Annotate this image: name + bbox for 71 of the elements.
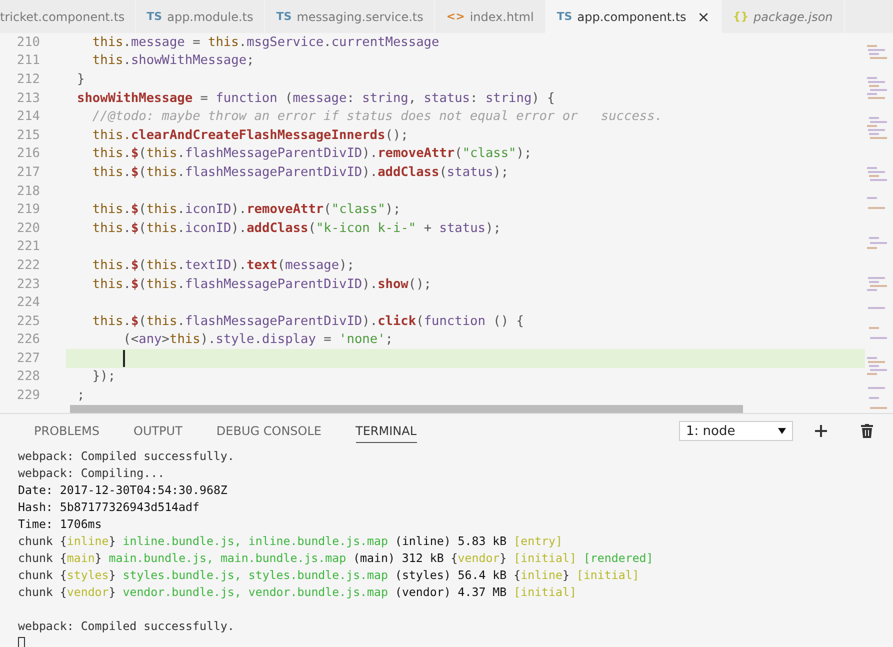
panel-tab[interactable]: PROBLEMS (34, 420, 100, 442)
code-line: this.$(this.textID).text(message); (91, 258, 354, 273)
terminal-line: chunk {styles} styles.bundle.js, styles.bundle.js.map (styles) 56.4 kB {inline} [initial] (18, 568, 640, 582)
code-line: this.message = this.msgService.currentMessage (91, 34, 440, 50)
line-number: 212 (16, 72, 40, 87)
scrollbar-thumb[interactable] (70, 404, 743, 413)
tab-label: app.component.ts (577, 10, 686, 24)
code-line: } (77, 72, 85, 87)
line-number: 211 (16, 53, 40, 68)
tab-label: tricket.component.ts (0, 10, 125, 24)
editor-tab[interactable]: tricket.component.ts (0, 0, 136, 33)
trash-icon[interactable] (861, 424, 873, 438)
line-number: 216 (16, 146, 40, 162)
terminal-line: chunk {vendor} vendor.bundle.js, vendor.bundle.js.map (vendor) 4.37 MB [initial] (18, 585, 576, 599)
code-line: //@todo: maybe throw an error if status does not equal error or success. (91, 109, 663, 124)
line-number: 222 (16, 258, 40, 273)
dropdown-arrow-icon (778, 428, 786, 434)
editor-tab[interactable]: TS app.module.ts (136, 0, 266, 33)
terminal-cursor (18, 637, 25, 647)
code-line: this.$(this.iconID).addClass("k-icon k-i-" + status); (91, 220, 501, 236)
code-line: this.$(this.flashMessageParentDivID).click(function () { (91, 314, 524, 329)
editor-tab[interactable]: TS app.component.ts × (546, 0, 722, 33)
line-number: 219 (16, 202, 40, 218)
code-line: this.clearAndCreateFlashMessageInnerds(); (91, 128, 408, 143)
file-type-icon: TS (146, 10, 162, 23)
line-number: 215 (16, 128, 40, 143)
terminal-line: Hash: 5b87177326943d514adf (18, 500, 200, 514)
code-line: showWithMessage = function (message: string, status: string) { (77, 90, 555, 106)
close-icon[interactable]: × (697, 8, 710, 26)
terminal-line: Time: 1706ms (18, 517, 102, 531)
line-number: 223 (16, 276, 40, 292)
terminal-line: chunk {main} main.bundle.js, main.bundle.js.map (main) 312 kB {vendor} [initial] [rendered] (18, 551, 654, 565)
line-number: 224 (16, 295, 40, 310)
line-number: 210 (16, 34, 40, 50)
file-type-icon: <> (446, 10, 465, 23)
terminal-line: webpack: Compiled successfully. (18, 449, 234, 463)
file-type-icon: TS (276, 10, 292, 23)
code-line: this.$(this.iconID).removeAttr("class"); (91, 202, 401, 218)
panel-tab[interactable]: TERMINAL (356, 420, 417, 442)
line-number: 218 (16, 184, 40, 199)
line-number: 225 (16, 314, 40, 329)
terminal-line: webpack: Compiled successfully. (18, 619, 234, 633)
code-line: this.$(this.flashMessageParentDivID).show(); (91, 276, 432, 292)
code-line: this.$(this.flashMessageParentDivID).removeAttr("class"); (91, 146, 532, 162)
plus-icon[interactable] (815, 425, 827, 437)
terminal-line: webpack: Compiling... (18, 466, 165, 480)
code-line: }); (91, 369, 116, 384)
line-number: 221 (16, 239, 40, 254)
terminal-dropdown[interactable]: 1: node (679, 421, 793, 441)
terminal-line: Date: 2017-12-30T04:54:30.968Z (18, 483, 228, 497)
code-line: ; (77, 388, 85, 404)
tab-label: messaging.service.ts (296, 10, 424, 24)
line-number: 226 (16, 332, 40, 348)
line-number: 220 (16, 220, 40, 236)
line-number: 214 (16, 109, 40, 124)
tab-label: index.html (470, 10, 534, 24)
panel-tab[interactable]: DEBUG CONSOLE (216, 420, 322, 442)
tab-label: app.module.ts (167, 10, 254, 24)
line-number: 229 (16, 388, 40, 404)
code-line: this.showWithMessage; (91, 53, 254, 68)
terminal-line: chunk {inline} inline.bundle.js, inline.bundle.js.map (inline) 5.83 kB [entry] (18, 534, 562, 548)
code-line: this.$(this.flashMessageParentDivID).addClass(status); (91, 164, 509, 180)
file-type-icon: TS (556, 10, 572, 23)
tab-label: package.json (754, 10, 833, 24)
file-type-icon: {} (732, 10, 749, 23)
panel-tab[interactable]: OUTPUT (134, 420, 182, 442)
line-number: 228 (16, 369, 40, 384)
line-number: 213 (16, 90, 40, 106)
text-cursor (123, 350, 125, 368)
line-number: 217 (16, 164, 40, 180)
code-line: (<any>this).style.display = 'none'; (122, 332, 393, 348)
